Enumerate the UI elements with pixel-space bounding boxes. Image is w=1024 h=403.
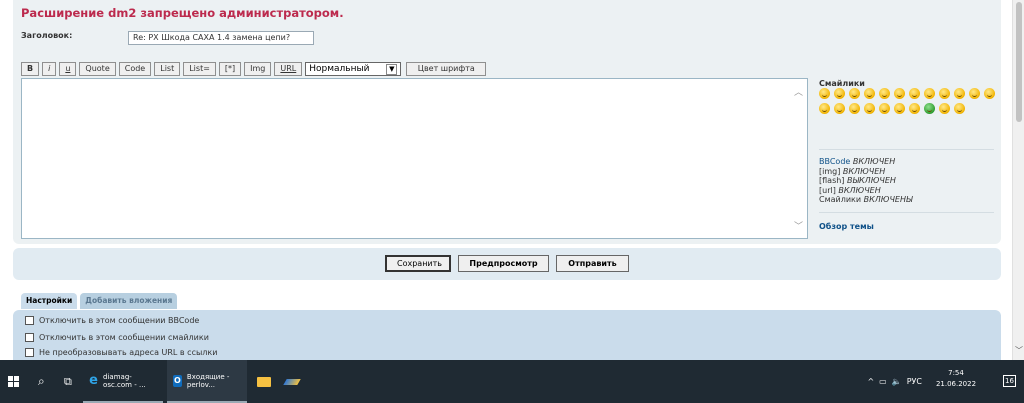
italic-button[interactable]: i: [42, 62, 57, 76]
font-size-value: Нормальный: [309, 64, 370, 74]
smiley-icon[interactable]: [969, 88, 980, 99]
smiley-icon[interactable]: [864, 88, 875, 99]
smiley-icon[interactable]: [909, 88, 920, 99]
smiley-icon[interactable]: [849, 88, 860, 99]
option-disable-bbcode[interactable]: Отключить в этом сообщении BBCode: [25, 316, 199, 325]
divider: [819, 149, 994, 150]
underline-button[interactable]: u: [59, 62, 77, 76]
smiley-icon[interactable]: [909, 103, 920, 114]
clock[interactable]: 7:54 21.06.2022: [926, 368, 986, 390]
ordered-list-button[interactable]: List=: [183, 62, 216, 76]
topic-review-link[interactable]: Обзор темы: [819, 222, 874, 231]
bold-button[interactable]: B: [21, 62, 40, 76]
network-icon[interactable]: ▭: [879, 377, 887, 386]
smilies-grid: [819, 88, 995, 114]
subject-label: Заголовок:: [21, 31, 73, 40]
notification-icon[interactable]: 16: [1003, 375, 1016, 387]
smiley-icon[interactable]: [879, 88, 890, 99]
chevron-down-icon: ▼: [386, 63, 398, 75]
scroll-up-icon[interactable]: ︿: [794, 85, 803, 98]
windows-start-icon[interactable]: [8, 360, 19, 403]
scroll-down-icon[interactable]: ﹀: [1015, 345, 1023, 356]
save-button[interactable]: Сохранить: [385, 255, 451, 272]
smiley-icon[interactable]: [849, 103, 860, 114]
posting-page: Расширение dm2 запрещено администратором…: [0, 0, 1012, 360]
img-button[interactable]: Img: [244, 62, 272, 76]
actions-bar: Сохранить Предпросмотр Отправить: [385, 255, 629, 272]
smiley-icon[interactable]: [879, 103, 890, 114]
smiley-icon[interactable]: [924, 103, 935, 114]
checkbox[interactable]: [25, 333, 34, 342]
bbcode-link[interactable]: BBCode: [819, 157, 850, 166]
smiley-icon[interactable]: [939, 103, 950, 114]
smiley-icon[interactable]: [864, 103, 875, 114]
font-color-button[interactable]: Цвет шрифта: [406, 62, 487, 76]
language-indicator[interactable]: РУС: [907, 377, 922, 386]
windows-taskbar: ⌕ ⧉ e diamag-osc.com - ... O Входящие - …: [0, 360, 1024, 403]
ie-icon: e: [89, 373, 98, 388]
smiley-icon[interactable]: [834, 103, 845, 114]
tab-attachments[interactable]: Добавить вложения: [80, 293, 178, 309]
preview-button[interactable]: Предпросмотр: [458, 255, 549, 272]
scrollbar-thumb[interactable]: [1016, 2, 1022, 122]
smiley-icon[interactable]: [894, 103, 905, 114]
checkbox[interactable]: [25, 348, 34, 357]
smiley-icon[interactable]: [954, 88, 965, 99]
divider: [819, 212, 994, 213]
file-explorer-icon[interactable]: [257, 360, 271, 403]
chevron-up-icon[interactable]: ^: [867, 377, 874, 386]
smiley-icon[interactable]: [984, 88, 995, 99]
smiley-icon[interactable]: [819, 103, 830, 114]
taskbar-app-outlook[interactable]: O Входящие - perlov...: [167, 360, 247, 403]
list-item-button[interactable]: [*]: [218, 62, 242, 76]
code-button[interactable]: Code: [118, 62, 152, 76]
quote-button[interactable]: Quote: [79, 62, 116, 76]
bbcode-toolbar: B i u Quote Code List List= [*] Img URL …: [21, 62, 487, 76]
message-textarea[interactable]: ︿ ﹀: [21, 78, 808, 239]
submit-button[interactable]: Отправить: [556, 255, 629, 272]
smiley-icon[interactable]: [924, 88, 935, 99]
smiley-icon[interactable]: [954, 103, 965, 114]
option-disable-smilies[interactable]: Отключить в этом сообщении смайлики: [25, 333, 209, 342]
system-tray: ^ ▭ 🔈 РУС: [867, 360, 922, 403]
font-size-select[interactable]: Нормальный ▼: [305, 62, 402, 76]
list-button[interactable]: List: [154, 62, 181, 76]
app-icon[interactable]: [283, 360, 301, 403]
smiley-icon[interactable]: [939, 88, 950, 99]
url-button[interactable]: URL: [274, 62, 303, 76]
scroll-down-icon[interactable]: ﹀: [794, 219, 803, 232]
speaker-icon[interactable]: 🔈: [892, 377, 902, 386]
outlook-icon: O: [173, 374, 182, 387]
option-no-url-parse[interactable]: Не преобразовывать адреса URL в ссылки: [25, 348, 217, 357]
tab-settings[interactable]: Настройки: [21, 293, 78, 309]
subject-input[interactable]: Re: PX Шкода CAXA 1.4 замена цепи?: [128, 31, 314, 45]
page-scrollbar[interactable]: ﹀: [1012, 0, 1024, 360]
taskbar-app-ie[interactable]: e diamag-osc.com - ...: [83, 360, 163, 403]
options-tabs: Настройки Добавить вложения: [21, 293, 178, 309]
smiley-icon[interactable]: [894, 88, 905, 99]
smiley-icon[interactable]: [819, 88, 830, 99]
checkbox[interactable]: [25, 316, 34, 325]
smiley-icon[interactable]: [834, 88, 845, 99]
error-message: Расширение dm2 запрещено администратором…: [21, 6, 344, 20]
task-view-icon[interactable]: ⧉: [64, 360, 72, 403]
bbcode-status: BBCode ВКЛЮЧЕН [img] ВКЛЮЧЕН [flash] ВЫК…: [819, 157, 913, 204]
smilies-title: Смайлики: [819, 79, 865, 88]
search-icon[interactable]: ⌕: [38, 360, 45, 403]
